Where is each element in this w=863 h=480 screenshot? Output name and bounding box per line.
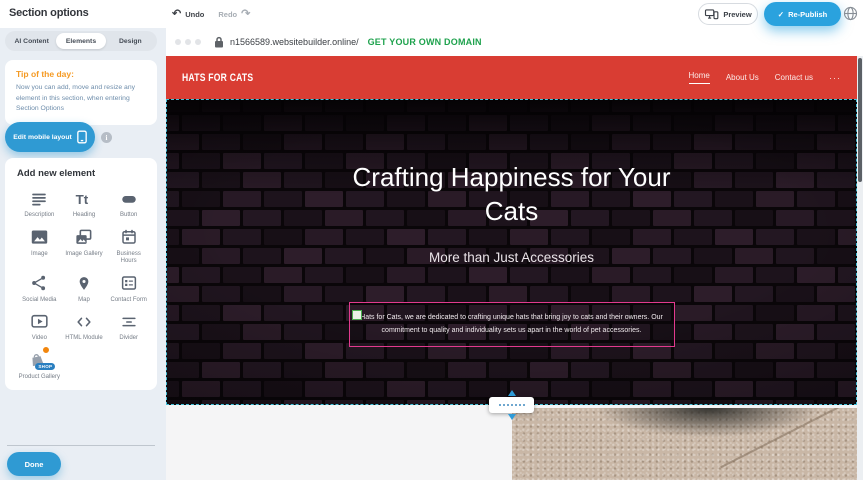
- preview-button[interactable]: Preview: [698, 3, 758, 25]
- site-nav: Home About Us Contact us ···: [689, 71, 842, 84]
- element-heading[interactable]: Tt Heading: [62, 188, 107, 220]
- svg-text:Tt: Tt: [76, 192, 89, 207]
- redo-label: Redo: [218, 10, 237, 19]
- republish-button[interactable]: ✓ Re-Publish: [764, 2, 841, 26]
- video-icon: [30, 311, 49, 332]
- shop-tag: SHOP: [35, 363, 55, 370]
- website-canvas: HATS FOR CATS Home About Us Contact us ·…: [166, 56, 857, 480]
- element-product-gallery[interactable]: SHOP Product Gallery: [17, 350, 62, 382]
- hero-paragraph: Hats for Cats, we are dedicated to craft…: [359, 312, 665, 338]
- done-button[interactable]: Done: [7, 452, 61, 476]
- edit-mobile-label: Edit mobile layout: [13, 134, 72, 141]
- canvas-scrollbar: [857, 56, 863, 480]
- product-gallery-icon: SHOP: [28, 350, 50, 370]
- resize-arrow-down-icon: [508, 414, 516, 420]
- map-icon: [76, 273, 92, 294]
- social-media-icon: [30, 273, 48, 294]
- add-element-title: Add new element: [17, 168, 151, 179]
- page-title: Section options: [9, 7, 89, 19]
- preview-label: Preview: [723, 10, 751, 19]
- hero-subheading[interactable]: More than Just Accessories: [167, 250, 856, 265]
- description-icon: [30, 188, 48, 209]
- browser-dots-icon: [175, 39, 201, 45]
- notification-badge: [42, 346, 50, 354]
- resize-arrow-up-icon: [508, 390, 516, 396]
- element-divider[interactable]: Divider: [106, 311, 151, 343]
- element-button[interactable]: Button: [106, 188, 151, 220]
- sidebar: AI Content Elements Design Tip of the da…: [0, 28, 166, 480]
- nav-more-icon[interactable]: ···: [829, 73, 841, 83]
- history-controls: ↶ Undo Redo ↷: [172, 0, 250, 28]
- site-url: n1566589.websitebuilder.online/: [230, 37, 359, 47]
- element-description[interactable]: Description: [17, 188, 62, 220]
- sidebar-tabs: AI Content Elements Design: [5, 31, 157, 51]
- button-icon: [119, 188, 139, 209]
- add-element-panel: Add new element Description Tt: [5, 158, 157, 390]
- nav-contact-us[interactable]: Contact us: [775, 73, 813, 82]
- element-image-gallery[interactable]: Image Gallery: [62, 227, 107, 266]
- get-domain-link[interactable]: GET YOUR OWN DOMAIN: [368, 37, 482, 47]
- tab-elements[interactable]: Elements: [56, 33, 105, 49]
- mobile-phone-icon: [77, 130, 87, 144]
- info-icon[interactable]: i: [101, 132, 112, 143]
- image-gallery-icon: [74, 227, 93, 248]
- html-module-icon: [75, 311, 93, 332]
- site-logo[interactable]: HATS FOR CATS: [182, 72, 253, 84]
- tip-title: Tip of the day:: [16, 69, 146, 79]
- section-resize-handle[interactable]: [489, 397, 534, 413]
- undo-label: Undo: [185, 10, 204, 19]
- element-social-media[interactable]: Social Media: [17, 273, 62, 305]
- check-icon: ✓: [778, 10, 784, 19]
- republish-label: Re-Publish: [788, 10, 827, 19]
- devices-icon: [704, 8, 719, 20]
- cat-photo[interactable]: [512, 408, 857, 480]
- business-hours-icon: [120, 227, 138, 248]
- undo-icon: ↶: [172, 9, 181, 20]
- sidebar-divider: [7, 445, 155, 446]
- element-drag-handle[interactable]: [352, 310, 362, 320]
- tip-card: Tip of the day: Now you can add, move an…: [5, 60, 157, 125]
- language-globe-icon[interactable]: [843, 6, 858, 21]
- scrollbar-thumb[interactable]: [858, 58, 862, 182]
- element-image[interactable]: Image: [17, 227, 62, 266]
- hero-heading[interactable]: Crafting Happiness for Your Cats: [337, 160, 687, 229]
- site-header[interactable]: HATS FOR CATS Home About Us Contact us ·…: [166, 56, 857, 99]
- tab-ai-content[interactable]: AI Content: [7, 33, 56, 49]
- element-business-hours[interactable]: Business Hours: [106, 227, 151, 266]
- element-contact-form[interactable]: Contact Form: [106, 273, 151, 305]
- redo-button[interactable]: Redo ↷: [218, 9, 250, 20]
- image-icon: [30, 227, 49, 248]
- hero-text-element-selected[interactable]: Hats for Cats, we are dedicated to craft…: [349, 302, 675, 347]
- topbar: Section options ↶ Undo Redo ↷ Preview ✓ …: [0, 0, 863, 28]
- browser-bar: n1566589.websitebuilder.online/ GET YOUR…: [166, 28, 857, 56]
- photo-seam-line: [720, 408, 857, 468]
- lock-icon: [214, 36, 224, 48]
- tab-design[interactable]: Design: [106, 33, 155, 49]
- resize-grip-icon: [499, 404, 525, 406]
- element-grid: Description Tt Heading Button: [17, 188, 151, 381]
- element-map[interactable]: Map: [62, 273, 107, 305]
- divider-icon: [120, 311, 138, 332]
- app-window: Section options ↶ Undo Redo ↷ Preview ✓ …: [0, 0, 863, 480]
- edit-mobile-layout-button[interactable]: Edit mobile layout: [5, 122, 95, 152]
- heading-icon: Tt: [74, 188, 94, 209]
- contact-form-icon: [120, 273, 138, 294]
- nav-about-us[interactable]: About Us: [726, 73, 759, 82]
- nav-home[interactable]: Home: [689, 71, 710, 84]
- undo-button[interactable]: ↶ Undo: [172, 9, 204, 20]
- element-html-module[interactable]: HTML Module: [62, 311, 107, 343]
- hero-section-selected[interactable]: Crafting Happiness for Your Cats More th…: [166, 99, 857, 405]
- redo-icon: ↷: [241, 9, 250, 20]
- tip-body: Now you can add, move and resize any ele…: [16, 83, 146, 115]
- element-video[interactable]: Video: [17, 311, 62, 343]
